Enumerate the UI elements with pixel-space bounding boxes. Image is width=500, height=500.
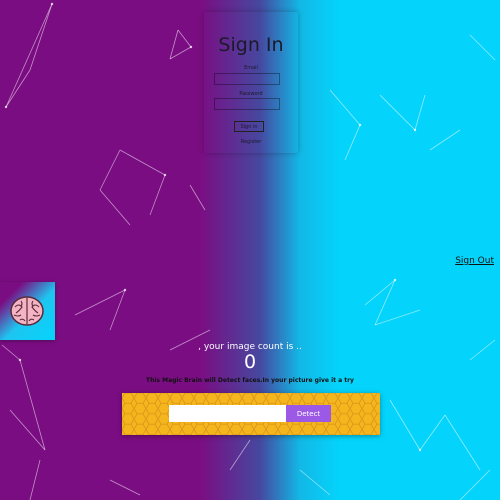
email-field[interactable] [214,73,280,85]
intro-text: This Magic Brain will Detect faces.In yo… [146,377,354,384]
brain-logo [0,282,55,340]
signout-link[interactable]: Sign Out [455,256,494,266]
image-link-form: Detect [122,393,380,435]
password-label: Password [239,91,263,97]
detect-button[interactable]: Detect [286,405,331,422]
password-field[interactable] [214,98,280,110]
email-label: Email [244,65,258,71]
brain-icon [10,296,44,326]
signin-card: Sign In Email Password Sign in Register [204,12,298,153]
image-count: 0 [243,351,257,373]
image-url-input[interactable] [169,405,286,422]
signin-button[interactable]: Sign in [234,121,264,132]
signin-title: Sign In [218,34,284,56]
register-link[interactable]: Register [204,139,298,145]
